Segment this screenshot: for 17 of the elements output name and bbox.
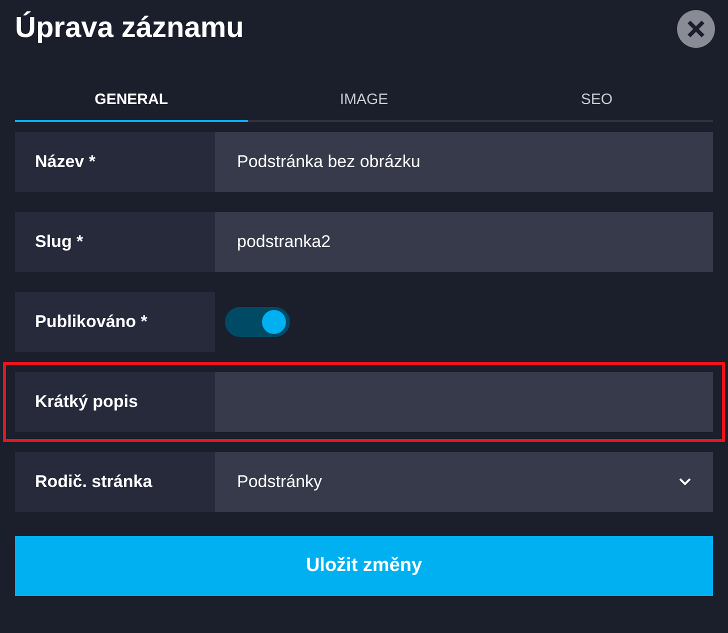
tab[interactable]: SEO <box>480 80 714 122</box>
text-field[interactable] <box>215 372 713 432</box>
select-field[interactable]: Podstránky <box>215 452 713 512</box>
text-field[interactable]: Podstránka bez obrázku <box>215 132 713 192</box>
field-label: Název * <box>35 151 96 174</box>
text-field[interactable]: podstranka2 <box>215 212 713 272</box>
close-button[interactable] <box>677 10 715 48</box>
toggle-switch[interactable] <box>225 307 290 337</box>
field-label: Krátký popis <box>35 391 138 414</box>
chevron-down-icon <box>679 478 691 486</box>
field-label: Publikováno * <box>35 311 148 334</box>
field-label: Slug * <box>35 231 84 254</box>
dialog-title: Úprava záznamu <box>15 10 244 46</box>
tab[interactable]: IMAGE <box>248 80 480 122</box>
tab[interactable]: GENERAL <box>15 80 248 122</box>
close-icon <box>687 20 705 38</box>
field-label: Rodič. stránka <box>35 471 152 494</box>
